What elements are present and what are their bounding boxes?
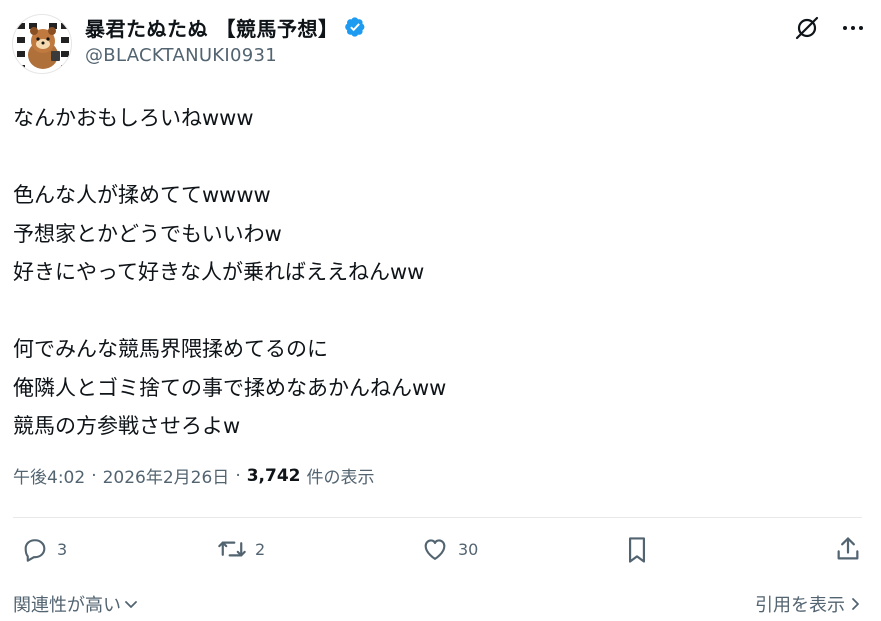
retweet-count: 2 — [255, 539, 266, 559]
separator: · — [235, 465, 241, 486]
retweet-icon — [218, 541, 246, 557]
tweet-line: 俺隣人とゴミ捨ての事で揉めなあかんねんww — [13, 375, 447, 400]
share-button[interactable] — [834, 535, 862, 563]
sort-label: 関連性が高い — [13, 595, 121, 616]
retweet-button[interactable]: 2 — [217, 535, 265, 563]
views-label: 件の表示 — [306, 468, 375, 488]
tweet-line: なんかおもしろいねwww — [13, 106, 254, 130]
like-icon — [424, 539, 446, 560]
tweet-time[interactable]: 午後4:02 — [13, 463, 85, 488]
tweet-line: 色んな人が揉めててwwww — [13, 183, 271, 207]
separator: · — [91, 465, 97, 486]
quotes-label: 引用を表示 — [755, 595, 845, 616]
tweet-meta: 午後4:02 · 2026年2月26日 · 3,742 件の表示 — [13, 463, 375, 489]
like-button[interactable]: 30 — [420, 535, 478, 563]
avatar[interactable] — [12, 14, 72, 74]
tweet-header: 暴君たぬたぬ 【競馬予想】 @BLACKTANUKI0931 — [12, 12, 867, 74]
tweet-line: 好きにやって好きな人が乗ればええねんww — [13, 260, 425, 284]
more-icon[interactable] — [839, 14, 867, 42]
sort-replies-button[interactable]: 関連性が高い — [13, 591, 138, 617]
chevron-right-icon — [852, 598, 859, 610]
reply-icon — [24, 539, 46, 562]
bookmark-icon — [628, 537, 646, 563]
tweet-date[interactable]: 2026年2月26日 — [103, 463, 230, 488]
replies-footer: 関連性が高い 引用を表示 — [13, 591, 862, 617]
chevron-down-icon — [125, 601, 137, 608]
display-name[interactable]: 暴君たぬたぬ 【競馬予想】 — [85, 13, 338, 42]
verified-badge-icon — [345, 17, 365, 37]
views-count: 3,742 — [246, 465, 301, 486]
user-handle[interactable]: @BLACKTANUKI0931 — [85, 45, 366, 66]
action-bar: 3 2 30 — [13, 535, 862, 575]
tweet-line: 予想家とかどうでもいいわw — [13, 221, 282, 246]
share-icon — [837, 537, 859, 560]
reply-count: 3 — [57, 539, 68, 559]
like-count: 30 — [458, 539, 479, 559]
reply-button[interactable]: 3 — [21, 535, 67, 563]
tweet-line: 何でみんな競馬界隈揉めてるのに — [13, 337, 328, 361]
bookmark-button[interactable] — [623, 535, 651, 565]
tweet-line: 競馬の方参戦させろよw — [13, 414, 241, 438]
view-quotes-link[interactable]: 引用を表示 — [755, 591, 862, 617]
tweet-text: なんかおもしろいねwww 色んな人が揉めててwwww 予想家とかどうでもいいわw… — [13, 99, 863, 446]
grok-icon[interactable] — [793, 14, 821, 42]
divider — [13, 517, 862, 518]
